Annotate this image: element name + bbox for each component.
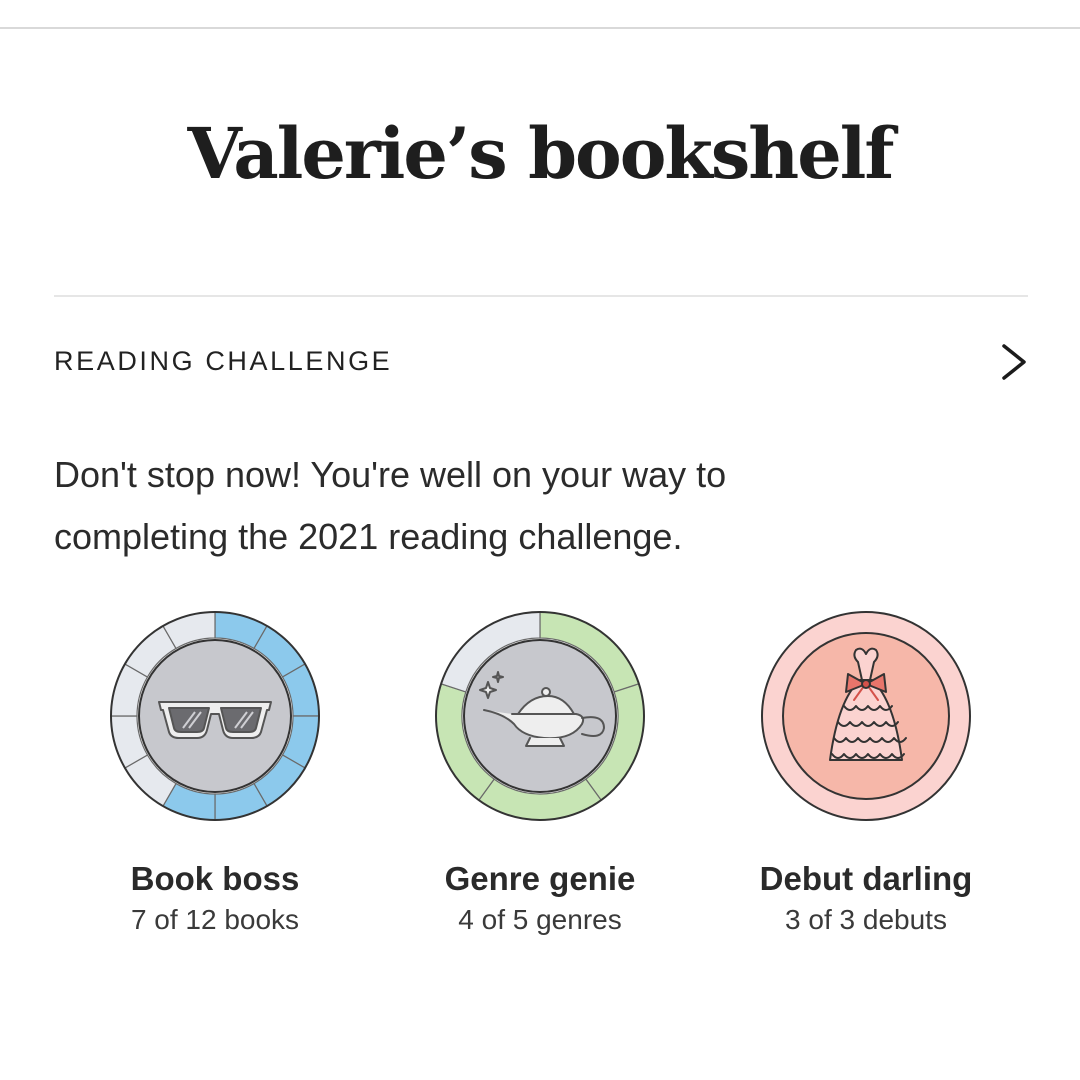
badge-name: Genre genie xyxy=(444,860,636,897)
badge-genre-genie[interactable]: Genre genie 4 of 5 genres xyxy=(380,610,700,936)
section-divider xyxy=(54,295,1028,297)
reading-challenge-heading[interactable]: READING CHALLENGE xyxy=(54,346,392,377)
challenge-message-line: Don't stop now! You're well on your way … xyxy=(54,454,727,495)
badge-book-boss-medal xyxy=(110,611,320,821)
badge-book-boss[interactable]: Book boss 7 of 12 books xyxy=(55,610,375,936)
challenge-message: Don't stop now! You're well on your way … xyxy=(54,444,1034,568)
badge-debut-darling-medal xyxy=(761,611,971,821)
badge-progress: 4 of 5 genres xyxy=(458,904,622,935)
badge-name: Debut darling xyxy=(759,860,973,897)
badge-progress: 7 of 12 books xyxy=(130,904,300,935)
top-divider xyxy=(0,27,1080,29)
challenge-message-line: completing the 2021 reading challenge. xyxy=(54,516,683,557)
badge-genre-genie-medal xyxy=(435,611,645,821)
badge-progress: 3 of 3 debuts xyxy=(785,904,947,935)
page-title: Valerie’s bookshelf xyxy=(187,112,895,195)
chevron-right-icon[interactable] xyxy=(996,340,1032,384)
badge-debut-darling[interactable]: Debut darling 3 of 3 debuts xyxy=(706,610,1026,936)
badge-name: Book boss xyxy=(130,860,300,897)
